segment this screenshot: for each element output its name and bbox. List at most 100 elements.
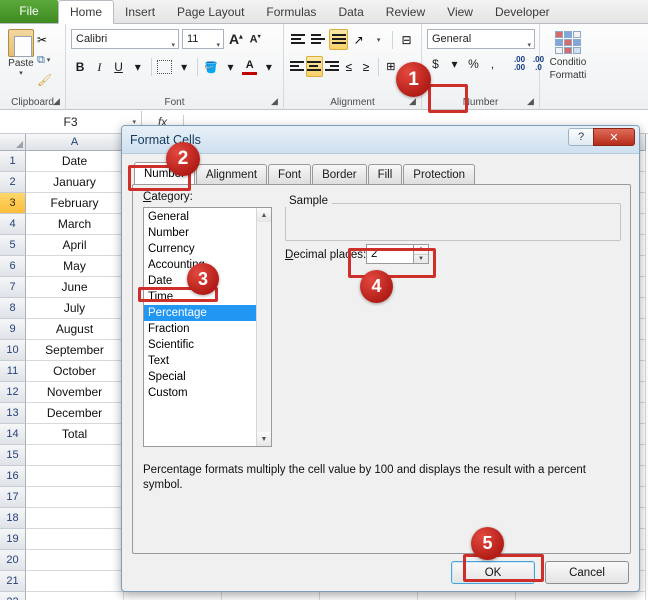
cell[interactable] (26, 466, 124, 487)
ribbon-tab-developer[interactable]: Developer (484, 0, 561, 23)
ribbon-tab-insert[interactable]: Insert (114, 0, 166, 23)
dialog-tab-font[interactable]: Font (268, 164, 312, 184)
dialog-title-bar[interactable]: Format Cells ? ✕ (122, 126, 639, 154)
font-dialog-launcher[interactable]: ◢ (269, 96, 280, 107)
cell[interactable] (26, 445, 124, 466)
cell[interactable]: February (26, 193, 124, 214)
category-item[interactable]: Currency (144, 241, 256, 257)
cell[interactable] (26, 487, 124, 508)
cell[interactable] (124, 592, 222, 600)
font-color-button[interactable]: A (241, 57, 259, 77)
borders-button[interactable] (156, 57, 174, 77)
cell[interactable]: June (26, 277, 124, 298)
cell[interactable]: July (26, 298, 124, 319)
row-header[interactable]: 16 (0, 466, 26, 487)
cell[interactable]: Total (26, 424, 124, 445)
row-header[interactable]: 3 (0, 193, 26, 214)
category-item[interactable]: Special (144, 369, 256, 385)
row-header[interactable]: 18 (0, 508, 26, 529)
row-header[interactable]: 7 (0, 277, 26, 298)
cell[interactable] (516, 592, 646, 600)
spinner-up-icon[interactable]: ▲ (414, 245, 428, 255)
borders-dropdown[interactable]: ▾ (175, 57, 193, 77)
category-item[interactable]: General (144, 209, 256, 225)
decrease-indent-button[interactable]: ≤ (341, 56, 357, 77)
category-item[interactable]: Fraction (144, 321, 256, 337)
ribbon-tab-formulas[interactable]: Formulas (255, 0, 327, 23)
row-header[interactable]: 1 (0, 151, 26, 172)
underline-dropdown[interactable]: ▾ (129, 57, 147, 77)
cell[interactable]: March (26, 214, 124, 235)
font-name-combobox[interactable]: Calibri ▾ (71, 29, 179, 49)
cell[interactable]: May (26, 256, 124, 277)
increase-font-size-button[interactable]: A▴ (227, 31, 245, 47)
select-all-corner[interactable] (0, 134, 26, 151)
fill-color-button[interactable]: 🪣 (202, 57, 220, 77)
cell[interactable] (418, 592, 516, 600)
row-header[interactable]: 11 (0, 361, 26, 382)
row-header[interactable]: 17 (0, 487, 26, 508)
row-header[interactable]: 19 (0, 529, 26, 550)
ribbon-tab-data[interactable]: Data (327, 0, 374, 23)
scroll-down-icon[interactable]: ▼ (257, 432, 271, 446)
wrap-text-button[interactable]: ⊟ (397, 29, 416, 50)
row-header[interactable]: 5 (0, 235, 26, 256)
scroll-up-icon[interactable]: ▲ (257, 208, 271, 222)
increase-indent-button[interactable]: ≥ (358, 56, 374, 77)
font-size-combobox[interactable]: 11 ▾ (182, 29, 224, 49)
ok-button[interactable]: OK (451, 561, 535, 584)
number-dialog-launcher[interactable]: ◢ (525, 96, 536, 107)
cell[interactable]: November (26, 382, 124, 403)
ribbon-tab-file[interactable]: File (0, 0, 58, 23)
underline-button[interactable]: U (109, 57, 127, 77)
cell[interactable] (26, 592, 124, 600)
category-item[interactable]: Text (144, 353, 256, 369)
ribbon-tab-home[interactable]: Home (58, 0, 115, 24)
copy-button[interactable]: ⧉ ▾ (37, 50, 60, 70)
align-left-button[interactable] (289, 56, 305, 77)
row-header[interactable]: 10 (0, 340, 26, 361)
cell[interactable]: January (26, 172, 124, 193)
cell[interactable] (26, 571, 124, 592)
cell[interactable] (320, 592, 418, 600)
cut-button[interactable]: ✂ (37, 30, 60, 50)
ribbon-tab-view[interactable]: View (436, 0, 484, 23)
row-header[interactable]: 13 (0, 403, 26, 424)
cell[interactable]: December (26, 403, 124, 424)
fill-color-dropdown[interactable]: ▾ (221, 57, 239, 77)
decrease-font-size-button[interactable]: A▾ (248, 33, 263, 45)
format-painter-button[interactable]: 🖌 (37, 70, 60, 90)
decimal-places-stepper[interactable]: 2 ▲ ▼ (366, 244, 429, 264)
close-button[interactable]: ✕ (593, 128, 635, 146)
cell[interactable] (26, 508, 124, 529)
cancel-button[interactable]: Cancel (545, 561, 629, 584)
align-right-button[interactable] (324, 56, 340, 77)
align-top-button[interactable] (289, 29, 308, 50)
cell[interactable] (222, 592, 320, 600)
row-header[interactable]: 21 (0, 571, 26, 592)
dialog-tab-protection[interactable]: Protection (403, 164, 476, 184)
conditional-formatting-button[interactable] (555, 31, 581, 55)
bold-button[interactable]: B (71, 57, 89, 77)
column-header-a[interactable]: A (26, 134, 124, 151)
category-item[interactable]: Custom (144, 385, 256, 401)
cell[interactable]: Date (26, 151, 124, 172)
clipboard-dialog-launcher[interactable]: ◢ (51, 96, 62, 107)
category-item[interactable]: Percentage (144, 305, 256, 321)
orientation-button[interactable]: ↗ (349, 29, 368, 50)
category-item[interactable]: Number (144, 225, 256, 241)
cell[interactable]: August (26, 319, 124, 340)
ribbon-tab-page-layout[interactable]: Page Layout (166, 0, 255, 23)
cell[interactable]: September (26, 340, 124, 361)
row-header[interactable]: 12 (0, 382, 26, 403)
comma-style-button[interactable]: , (484, 54, 501, 74)
spinner-down-icon[interactable]: ▼ (414, 255, 428, 264)
row-header[interactable]: 8 (0, 298, 26, 319)
decimal-places-input[interactable]: 2 (366, 244, 413, 264)
row-header[interactable]: 22 (0, 592, 26, 600)
ribbon-tab-review[interactable]: Review (375, 0, 436, 23)
font-color-dropdown[interactable]: ▾ (260, 57, 278, 77)
number-format-combobox[interactable]: General ▾ (427, 29, 535, 49)
dialog-tab-fill[interactable]: Fill (367, 164, 403, 184)
increase-decimal-button[interactable]: .00 .00 (511, 54, 528, 74)
